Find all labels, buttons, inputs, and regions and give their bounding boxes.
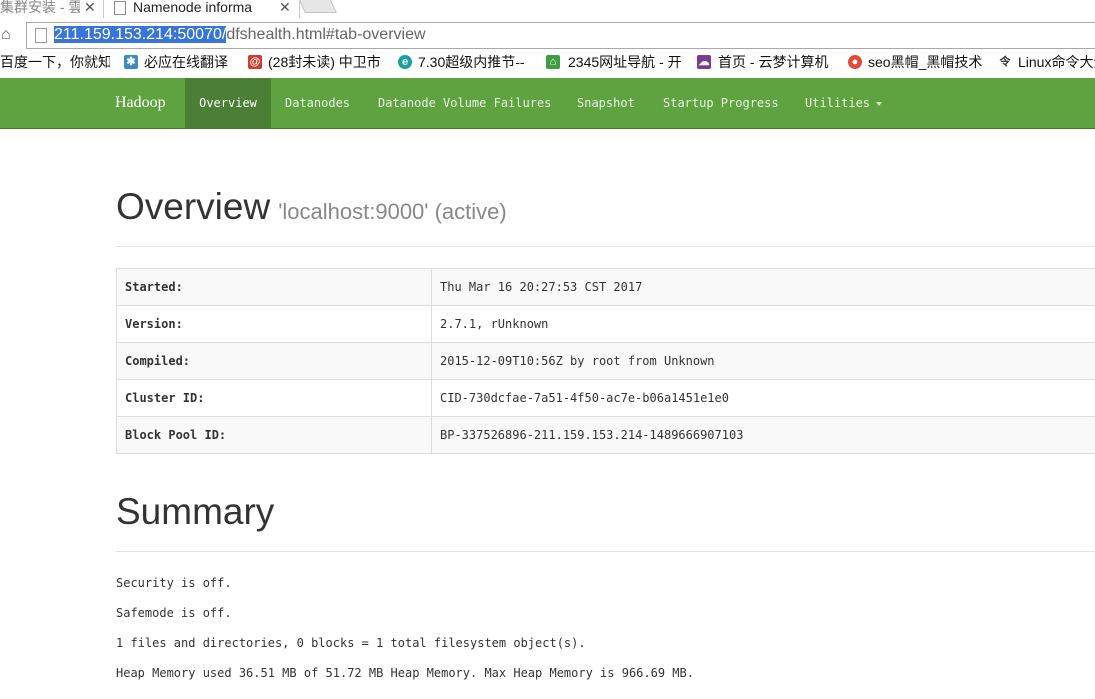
bookmark-mail[interactable]: (28封未读) 中卫市 bbox=[268, 53, 384, 71]
address-input[interactable]: 211.159.153.214:50070/dfshealth.html#tab… bbox=[26, 22, 1095, 49]
nav2345-icon: ⌂ bbox=[546, 55, 560, 69]
nav-utilities-dropdown[interactable]: Utilities bbox=[805, 78, 883, 128]
linux-icon: 令 bbox=[998, 55, 1012, 69]
overview-info-table: Started: Thu Mar 16 20:27:53 CST 2017 Ve… bbox=[116, 268, 1095, 454]
url-path: dfshealth.html#tab-overview bbox=[226, 26, 426, 43]
page-icon bbox=[114, 1, 126, 15]
address-bar-row: ⌂ 211.159.153.214:50070/dfshealth.html#t… bbox=[0, 22, 1095, 49]
bookmark-linux[interactable]: Linux命令大全 bbox=[1018, 53, 1095, 71]
nav-utilities-label: Utilities bbox=[805, 96, 871, 110]
table-row: Started: Thu Mar 16 20:27:53 CST 2017 bbox=[116, 268, 1095, 306]
browser-tab-cluster-install[interactable]: 集群安装 - 雲 bbox=[0, 0, 80, 17]
caret-down-icon bbox=[876, 101, 883, 106]
row-value: BP-337526896-211.159.153.214-14896669071… bbox=[431, 416, 1095, 454]
bookmark-seo[interactable]: seo黑帽_黑帽技术 bbox=[868, 53, 986, 71]
table-row: Version: 2.7.1, rUnknown bbox=[116, 305, 1095, 343]
close-tab-icon[interactable]: ✕ bbox=[279, 0, 291, 16]
bookmark-bing-translate[interactable]: 必应在线翻译 bbox=[144, 53, 236, 71]
page-title: Overview bbox=[116, 186, 271, 227]
namenode-address-subtitle: 'localhost:9000' (active) bbox=[278, 199, 507, 224]
bookmark-baidu[interactable]: 百度一下，你就知 bbox=[0, 53, 110, 71]
new-tab-button[interactable] bbox=[298, 0, 338, 13]
summary-files: 1 files and directories, 0 blocks = 1 to… bbox=[116, 636, 586, 650]
bookmarks-bar: 百度一下，你就知 ✱ 必应在线翻译 @ (28封未读) 中卫市 e 7.30超级… bbox=[0, 52, 1095, 73]
nav-datanode-volume-failures[interactable]: Datanode Volume Failures bbox=[378, 78, 551, 128]
home-icon[interactable]: ⌂ bbox=[1, 26, 11, 44]
chrome-icon: ● bbox=[848, 55, 862, 69]
url-text[interactable]: 211.159.153.214:50070/dfshealth.html#tab… bbox=[54, 26, 426, 44]
heading-divider bbox=[116, 246, 1095, 247]
row-value: 2.7.1, rUnknown bbox=[431, 305, 1095, 343]
event-icon: e bbox=[398, 55, 412, 69]
bookmark-2345[interactable]: 2345网址导航 - 开 bbox=[568, 53, 684, 71]
row-key: Cluster ID: bbox=[116, 379, 432, 417]
table-row: Cluster ID: CID-730dcfae-7a51-4f50-ac7e-… bbox=[116, 379, 1095, 417]
row-value: CID-730dcfae-7a51-4f50-ac7e-b06a1451e1e0 bbox=[431, 379, 1095, 417]
nav-startup-progress[interactable]: Startup Progress bbox=[663, 78, 779, 128]
nav-snapshot[interactable]: Snapshot bbox=[577, 78, 635, 128]
overview-heading: Overview 'localhost:9000' (active) bbox=[116, 186, 507, 228]
summary-safemode: Safemode is off. bbox=[116, 606, 232, 620]
brand-link[interactable]: Hadoop bbox=[115, 78, 166, 128]
row-key: Version: bbox=[116, 305, 432, 343]
summary-heading: Summary bbox=[116, 491, 275, 532]
bookmark-yunmeng[interactable]: 首页 - 云梦计算机 bbox=[718, 53, 834, 71]
row-key: Started: bbox=[116, 268, 432, 306]
table-row: Compiled: 2015-12-09T10:56Z by root from… bbox=[116, 342, 1095, 380]
hadoop-navbar: Hadoop Overview Datanodes Datanode Volum… bbox=[0, 78, 1095, 129]
bookmark-event[interactable]: 7.30超级内推节-- bbox=[418, 53, 534, 71]
browser-tab-namenode[interactable]: Namenode informa bbox=[133, 0, 273, 17]
summary-security: Security is off. bbox=[116, 576, 232, 590]
nav-datanodes[interactable]: Datanodes bbox=[285, 78, 350, 128]
row-key: Compiled: bbox=[116, 342, 432, 380]
page-icon bbox=[35, 28, 47, 43]
row-value: Thu Mar 16 20:27:53 CST 2017 bbox=[431, 268, 1095, 306]
nav-overview[interactable]: Overview bbox=[185, 78, 271, 128]
row-value: 2015-12-09T10:56Z by root from Unknown bbox=[431, 342, 1095, 380]
close-tab-icon[interactable]: ✕ bbox=[84, 0, 96, 16]
url-host-selected: 211.159.153.214:50070/ bbox=[54, 26, 227, 43]
cloud-icon: ☁ bbox=[697, 55, 711, 69]
browser-tab-strip: 集群安装 - 雲 ✕ Namenode informa ✕ bbox=[0, 0, 1095, 18]
mail-icon: @ bbox=[248, 55, 262, 69]
heading-divider bbox=[116, 551, 1095, 552]
bing-translate-icon: ✱ bbox=[124, 55, 138, 69]
summary-heap-memory: Heap Memory used 36.51 MB of 51.72 MB He… bbox=[116, 666, 694, 680]
table-row: Block Pool ID: BP-337526896-211.159.153.… bbox=[116, 416, 1095, 454]
row-key: Block Pool ID: bbox=[116, 416, 432, 454]
